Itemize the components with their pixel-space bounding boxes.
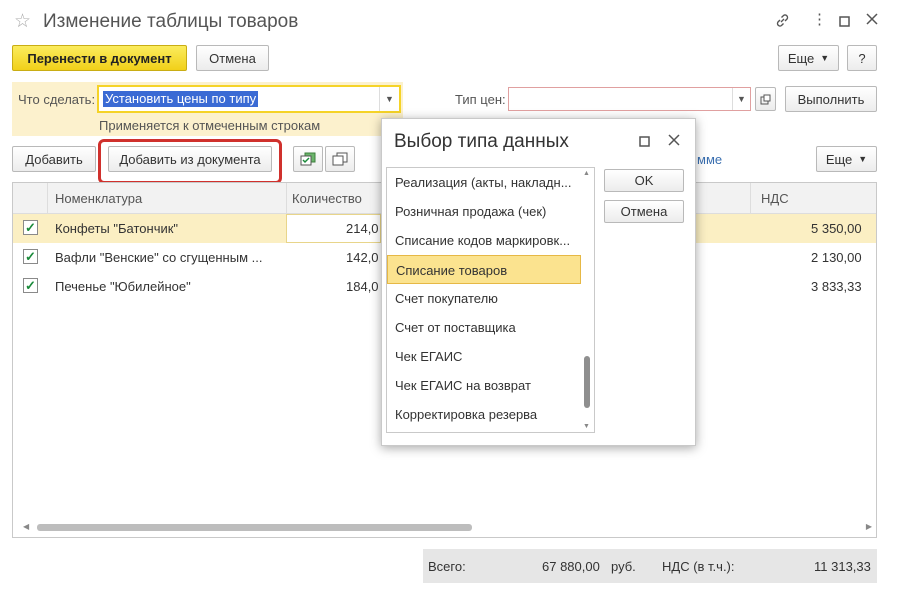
scrollbar-thumb[interactable] (584, 356, 590, 408)
list-item[interactable]: Реализация (акты, накладн... (387, 168, 581, 197)
column-header-quantity[interactable]: Количество (292, 191, 362, 206)
highlight-annotation (98, 139, 282, 184)
scroll-right-icon[interactable]: ▶ (866, 522, 872, 531)
vertical-scrollbar[interactable]: ▲ ▼ (583, 168, 592, 432)
column-header-vat[interactable]: НДС (761, 191, 789, 206)
row-vat: 2 130,00 (811, 250, 862, 265)
data-type-list[interactable]: Реализация (акты, накладн... Розничная п… (386, 167, 595, 433)
favorite-star-icon[interactable]: ☆ (14, 10, 31, 33)
list-item[interactable]: Розничная продажа (чек) (387, 197, 581, 226)
execute-button[interactable]: Выполнить (785, 86, 877, 112)
action-hint: Применяется к отмеченным строкам (99, 118, 321, 133)
vat-total-value: 11 313,33 (814, 559, 871, 574)
maximize-icon[interactable] (839, 14, 850, 31)
price-type-label: Тип цен: (455, 92, 506, 107)
list-item[interactable]: Счет от поставщика (387, 313, 581, 342)
window-title: Изменение таблицы товаров (43, 11, 299, 32)
action-label: Что сделать: (18, 92, 96, 107)
total-label: Всего: (428, 559, 466, 574)
close-icon[interactable] (668, 134, 680, 149)
help-button[interactable]: ? (847, 45, 877, 71)
dialog-cancel-button[interactable]: Отмена (604, 200, 684, 223)
list-item[interactable]: Корректировка резерва (387, 400, 581, 429)
horizontal-scrollbar[interactable]: ◀ ▶ (23, 522, 872, 531)
table-more-button[interactable]: Еще ▼ (816, 146, 877, 172)
maximize-icon[interactable] (639, 135, 650, 150)
scroll-left-icon[interactable]: ◀ (23, 522, 29, 531)
dropdown-arrow-icon[interactable]: ▼ (732, 88, 750, 110)
row-name: Печенье "Юбилейное" (55, 279, 191, 294)
more-icon[interactable]: ⋮ (812, 10, 827, 28)
action-value: Установить цены по типу (103, 91, 259, 107)
more-button[interactable]: Еще ▼ (778, 45, 839, 71)
list-item-selected[interactable]: Списание товаров (387, 255, 581, 284)
list-item[interactable]: Счет покупателю (387, 284, 581, 313)
cancel-button[interactable]: Отмена (196, 45, 269, 71)
list-item[interactable]: Чек ЕГАИС на возврат (387, 371, 581, 400)
ok-button[interactable]: OK (604, 169, 684, 192)
row-name: Конфеты "Батончик" (55, 221, 179, 236)
uncheck-all-icon[interactable] (325, 146, 355, 172)
total-value: 67 880,00 (542, 559, 600, 574)
close-icon[interactable] (866, 12, 878, 29)
chevron-down-icon: ▼ (820, 53, 830, 63)
row-checkbox[interactable]: ✓ (23, 220, 38, 235)
row-vat: 3 833,33 (811, 279, 862, 294)
more-label: Еще (787, 50, 815, 66)
dialog-title: Выбор типа данных (394, 131, 569, 152)
row-quantity: 184,0 (346, 279, 379, 294)
list-item[interactable]: Списание кодов маркировк... (387, 226, 581, 255)
link-icon[interactable] (775, 13, 790, 32)
price-type-input[interactable]: ▼ (508, 87, 751, 111)
list-item[interactable]: Чек ЕГАИС (387, 342, 581, 371)
vat-total-label: НДС (в т.ч.): (662, 559, 735, 574)
action-select[interactable]: Установить цены по типу ▼ (97, 85, 401, 113)
row-quantity: 214,0 (346, 221, 379, 236)
open-icon[interactable] (755, 87, 776, 111)
check-all-icon[interactable] (293, 146, 323, 172)
add-button[interactable]: Добавить (12, 146, 96, 172)
dropdown-arrow-icon[interactable]: ▼ (379, 87, 399, 111)
scroll-up-icon[interactable]: ▲ (583, 170, 590, 177)
row-name: Вафли "Венские" со сгущенным ... (55, 250, 263, 265)
row-checkbox[interactable]: ✓ (23, 249, 38, 264)
row-vat: 5 350,00 (811, 221, 862, 236)
transfer-to-document-button[interactable]: Перенести в документ (12, 45, 187, 71)
partial-link[interactable]: мме (697, 152, 722, 167)
data-type-dialog: Выбор типа данных Реализация (акты, накл… (381, 118, 696, 446)
totals-bar: Всего: 67 880,00 руб. НДС (в т.ч.): 11 3… (423, 549, 877, 583)
row-checkbox[interactable]: ✓ (23, 278, 38, 293)
table-more-label: Еще (825, 151, 853, 167)
currency-label: руб. (611, 559, 636, 574)
row-quantity: 142,0 (346, 250, 379, 265)
scroll-down-icon[interactable]: ▼ (583, 423, 590, 430)
chevron-down-icon: ▼ (858, 154, 868, 164)
scrollbar-thumb[interactable] (37, 524, 472, 531)
column-header-name[interactable]: Номенклатура (55, 191, 142, 206)
